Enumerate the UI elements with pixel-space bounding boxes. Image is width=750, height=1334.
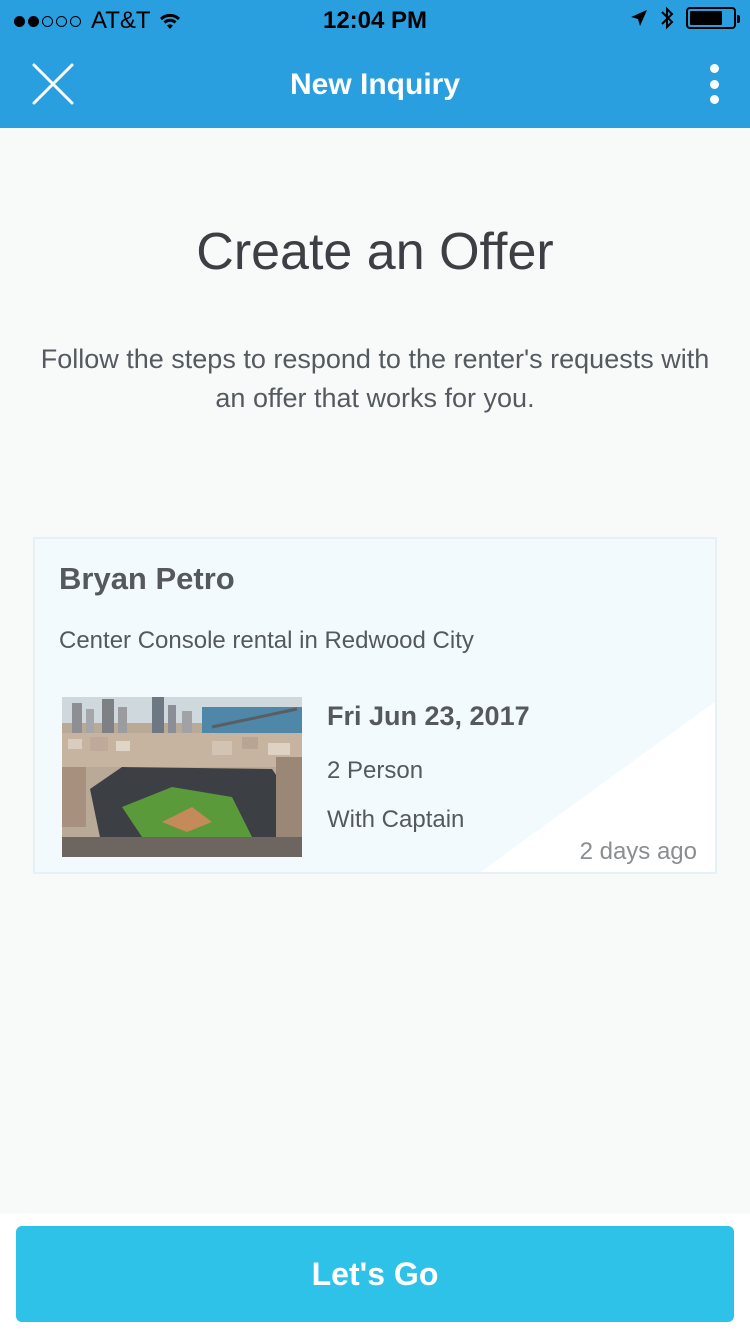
rental-date: Fri Jun 23, 2017: [327, 701, 530, 731]
app-header: AT&T 12:04 PM New Inquiry: [0, 0, 750, 128]
page-title: New Inquiry: [289, 68, 461, 101]
location-arrow-icon: [631, 10, 647, 26]
party-size: 2 Person: [327, 757, 424, 784]
bluetooth-icon: [661, 6, 674, 30]
status-bar: AT&T 12:04 PM: [0, 0, 750, 40]
inquiry-card[interactable]: Bryan Petro Center Console rental in Red…: [33, 537, 717, 874]
lets-go-button[interactable]: Let's Go: [16, 1226, 734, 1322]
more-options-button[interactable]: [704, 64, 724, 104]
captain-option: With Captain: [327, 806, 465, 833]
status-right: [630, 6, 740, 30]
offer-instructions: Follow the steps to respond to the rente…: [40, 344, 710, 413]
more-vertical-icon: [709, 64, 719, 73]
stadium-image: [62, 697, 302, 857]
battery-icon: [686, 7, 740, 29]
received-time: 2 days ago: [579, 838, 697, 865]
rental-description: Center Console rental in Redwood City: [59, 627, 474, 654]
offer-heading: Create an Offer: [196, 223, 554, 281]
renter-name: Bryan Petro: [59, 561, 235, 596]
listing-photo: [62, 697, 302, 857]
footer: Let's Go: [0, 1214, 750, 1334]
